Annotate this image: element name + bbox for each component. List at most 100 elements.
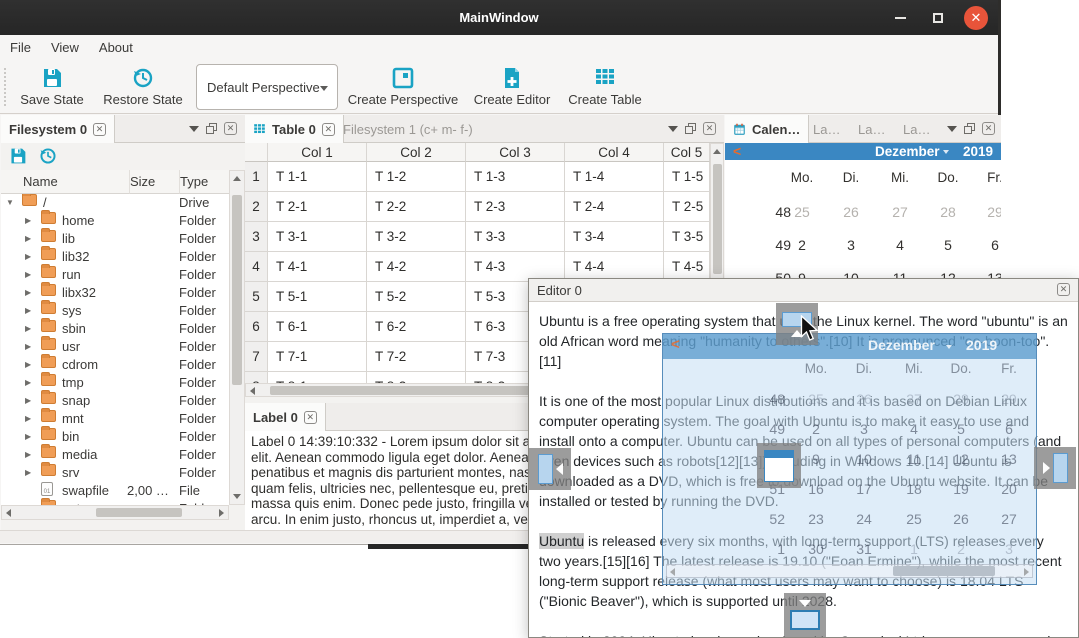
column-header[interactable]: Col 3: [466, 143, 565, 162]
tab-label-1[interactable]: La…: [805, 115, 848, 143]
table-cell[interactable]: T 2-3: [466, 192, 565, 222]
editor-close-icon[interactable]: ✕: [1057, 283, 1070, 296]
calendar-day[interactable]: 5: [932, 236, 964, 254]
expander-closed-icon[interactable]: ▶: [25, 338, 31, 356]
tree-row[interactable]: ▶tmpFolder: [1, 374, 229, 392]
drop-indicator-center[interactable]: [757, 443, 801, 488]
maximize-button[interactable]: [926, 6, 950, 30]
expander-closed-icon[interactable]: ▶: [25, 374, 31, 392]
row-number[interactable]: 1: [245, 162, 268, 192]
expander-closed-icon[interactable]: ▶: [25, 248, 31, 266]
save-state-button[interactable]: Save State: [12, 63, 92, 111]
table-cell[interactable]: T 3-5: [664, 222, 710, 252]
expander-closed-icon[interactable]: ▶: [25, 284, 31, 302]
panel-close-icon[interactable]: ✕: [224, 122, 237, 135]
tab-close-icon[interactable]: ✕: [322, 123, 335, 136]
column-header[interactable]: Col 2: [367, 143, 466, 162]
tree-row[interactable]: ▼/Drive: [1, 194, 229, 212]
row-number[interactable]: 6: [245, 312, 268, 342]
menu-file[interactable]: File: [0, 35, 41, 59]
expander-closed-icon[interactable]: ▶: [25, 410, 31, 428]
panel-float-icon[interactable]: [685, 123, 696, 134]
minimize-button[interactable]: [888, 6, 912, 30]
table-cell[interactable]: T 7-1: [268, 342, 367, 372]
window-titlebar[interactable]: MainWindow ✕: [0, 0, 998, 35]
toolbar-handle[interactable]: [3, 67, 7, 107]
panel-close-icon[interactable]: ✕: [703, 122, 716, 135]
expander-closed-icon[interactable]: ▶: [25, 266, 31, 284]
year-field[interactable]: 2019: [963, 143, 993, 160]
row-number[interactable]: 7: [245, 342, 268, 372]
create-table-button[interactable]: Create Table: [564, 63, 646, 111]
expander-open-icon[interactable]: ▼: [6, 194, 14, 212]
panel-close-icon[interactable]: ✕: [982, 122, 995, 135]
tree-row[interactable]: ▶usrFolder: [1, 338, 229, 356]
save-icon[interactable]: [9, 147, 27, 165]
tab-table-0[interactable]: Table 0 ✕: [245, 115, 344, 143]
prev-month-icon[interactable]: <: [733, 143, 741, 159]
column-header-type[interactable]: Type: [179, 170, 229, 194]
restore-icon[interactable]: [39, 147, 57, 165]
menu-about[interactable]: About: [89, 35, 143, 59]
tree-row[interactable]: ▶mntFolder: [1, 410, 229, 428]
table-cell[interactable]: T 4-1: [268, 252, 367, 282]
panel-float-icon[interactable]: [206, 123, 217, 134]
tab-close-icon[interactable]: ✕: [304, 411, 317, 424]
tab-label-0[interactable]: Label 0 ✕: [245, 403, 326, 431]
calendar-day[interactable]: 26: [835, 203, 867, 221]
calendar-day[interactable]: 2: [786, 236, 818, 254]
tree-row[interactable]: ▶snapFolder: [1, 392, 229, 410]
table-cell[interactable]: T 1-3: [466, 162, 565, 192]
tree-row[interactable]: ▶sbinFolder: [1, 320, 229, 338]
tree-row[interactable]: ▶homeFolder: [1, 212, 229, 230]
calendar-day[interactable]: 29: [979, 203, 1001, 221]
table-cell[interactable]: T 2-1: [268, 192, 367, 222]
calendar-day[interactable]: 4: [884, 236, 916, 254]
row-number[interactable]: 2: [245, 192, 268, 222]
panel-menu-icon[interactable]: [189, 126, 199, 132]
panel-float-icon[interactable]: [964, 123, 975, 134]
tree-row[interactable]: ▶libFolder: [1, 230, 229, 248]
close-button[interactable]: ✕: [964, 6, 988, 30]
expander-closed-icon[interactable]: ▶: [25, 230, 31, 248]
vertical-scrollbar[interactable]: [229, 170, 245, 505]
drop-indicator-bottom[interactable]: [784, 593, 826, 637]
table-cell[interactable]: T 8-2: [367, 372, 466, 383]
table-cell[interactable]: T 8-1: [268, 372, 367, 383]
table-cell[interactable]: T 6-2: [367, 312, 466, 342]
tree-row[interactable]: ▶binFolder: [1, 428, 229, 446]
expander-closed-icon[interactable]: ▶: [25, 464, 31, 482]
tree-row[interactable]: ▶mediaFolder: [1, 446, 229, 464]
horizontal-scrollbar[interactable]: [1, 505, 229, 520]
row-number[interactable]: 5: [245, 282, 268, 312]
table-cell[interactable]: T 5-1: [268, 282, 367, 312]
table-cell[interactable]: T 1-4: [565, 162, 664, 192]
expander-closed-icon[interactable]: ▶: [25, 446, 31, 464]
expander-closed-icon[interactable]: ▶: [25, 320, 31, 338]
table-cell[interactable]: T 5-2: [367, 282, 466, 312]
calendar-day[interactable]: 27: [884, 203, 916, 221]
restore-state-button[interactable]: Restore State: [98, 63, 188, 111]
expander-closed-icon[interactable]: ▶: [25, 302, 31, 320]
tree-row[interactable]: 01swapfile2,00 …File: [1, 482, 229, 500]
tree-row[interactable]: ▶sysFolder: [1, 302, 229, 320]
calendar-day[interactable]: 6: [979, 236, 1001, 254]
expander-closed-icon[interactable]: ▶: [25, 392, 31, 410]
row-number[interactable]: 3: [245, 222, 268, 252]
tree-row[interactable]: ▶srvFolder: [1, 464, 229, 482]
table-cell[interactable]: T 3-3: [466, 222, 565, 252]
drop-indicator-left[interactable]: [529, 448, 571, 490]
calendar-day[interactable]: 3: [835, 236, 867, 254]
row-number[interactable]: 8: [245, 372, 268, 383]
calendar-day[interactable]: 28: [932, 203, 964, 221]
expander-closed-icon[interactable]: ▶: [25, 356, 31, 374]
tree-row[interactable]: ▶runFolder: [1, 266, 229, 284]
tree-row[interactable]: ▶lib32Folder: [1, 248, 229, 266]
drop-indicator-right[interactable]: [1034, 447, 1076, 489]
panel-menu-icon[interactable]: [668, 126, 678, 132]
tab-filesystem-0[interactable]: Filesystem 0 ✕: [1, 115, 115, 143]
tab-label-2[interactable]: La…: [850, 115, 893, 143]
calendar-day[interactable]: 25: [786, 203, 818, 221]
tab-label-3[interactable]: La…: [895, 115, 938, 143]
table-cell[interactable]: T 2-2: [367, 192, 466, 222]
